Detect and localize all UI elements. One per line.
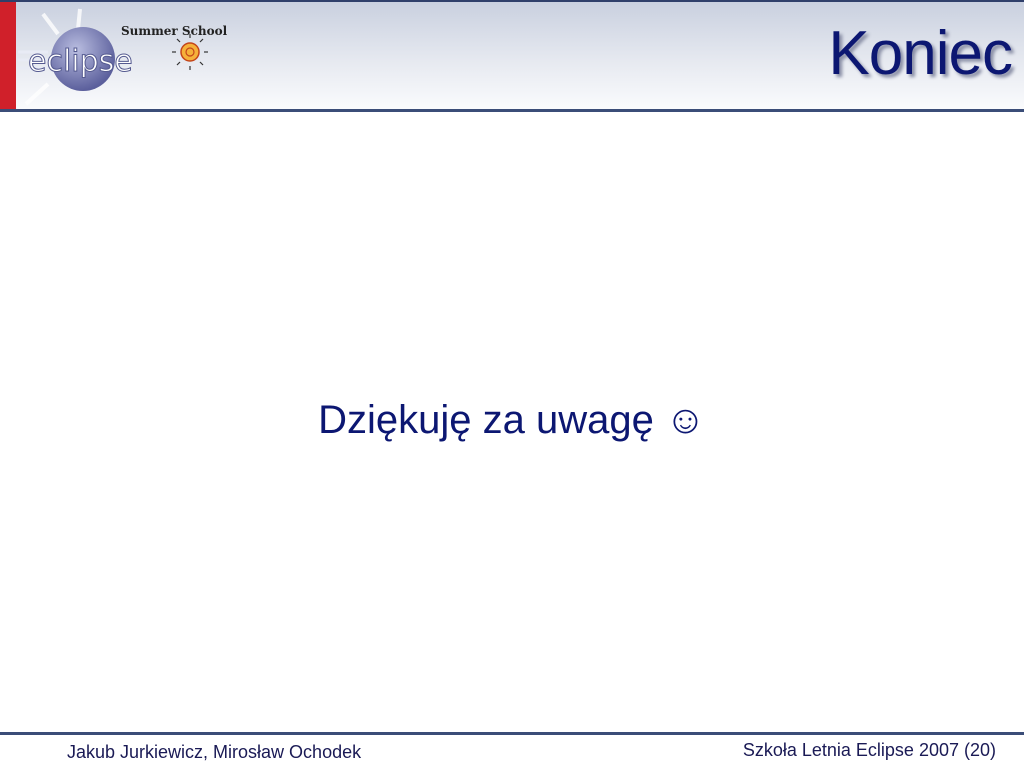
svg-text:eclipse: eclipse bbox=[28, 44, 133, 79]
slide-title: Koniec bbox=[828, 19, 1013, 88]
footer-authors: Jakub Jurkiewicz, Mirosław Ochodek bbox=[67, 742, 362, 762]
eclipse-summer-school-logo: eclipse Summer School bbox=[18, 4, 228, 108]
footer-divider bbox=[0, 732, 1024, 735]
slide-header: eclipse Summer School Koniec bbox=[0, 0, 1024, 112]
logo-subtitle: Summer School bbox=[121, 24, 228, 38]
red-accent-bar bbox=[0, 2, 16, 109]
footer-event-page: Szkoła Letnia Eclipse 2007 (20) bbox=[742, 740, 996, 760]
slide-body-text: Dziękuję za uwagę ☺ bbox=[318, 398, 706, 442]
